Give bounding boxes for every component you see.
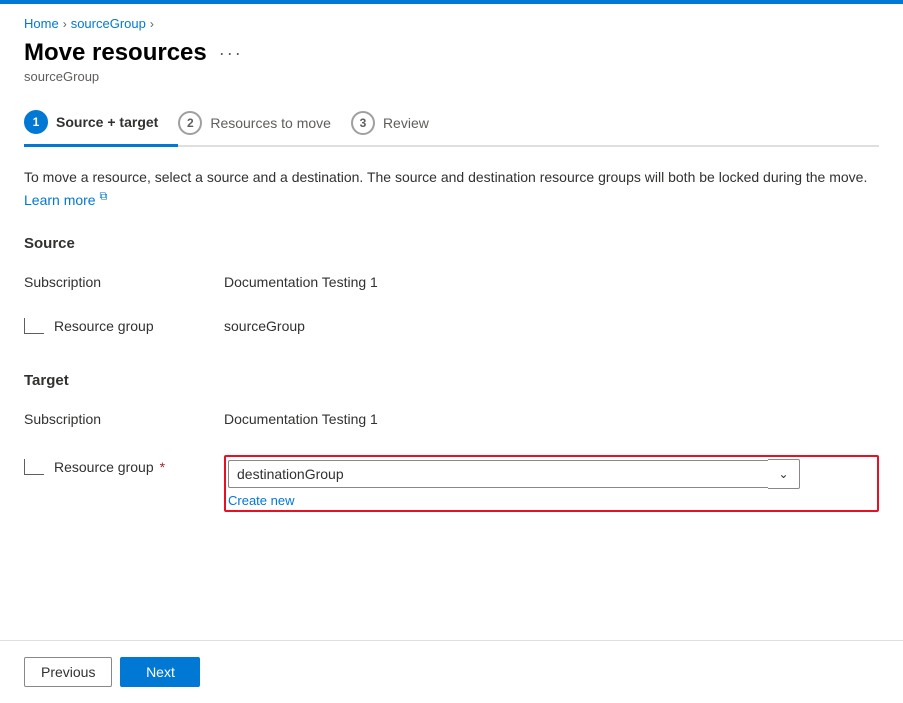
external-link-icon: ⧉ <box>99 190 107 202</box>
wizard-step-2[interactable]: 2 Resources to move <box>178 101 351 145</box>
breadcrumb-sep2: › <box>150 17 154 31</box>
target-resource-group-label: Resource group <box>54 459 154 475</box>
indent-line-2 <box>24 459 44 475</box>
step-1-label: Source + target <box>56 114 158 130</box>
target-subscription-row: Subscription Documentation Testing 1 <box>24 405 879 437</box>
more-options-button[interactable]: ··· <box>219 43 243 64</box>
target-resource-group-row: Resource group * ⌄ Create new <box>24 449 879 512</box>
source-subscription-row: Subscription Documentation Testing 1 <box>24 268 879 300</box>
chevron-down-icon: ⌄ <box>778 467 788 481</box>
resource-group-dropdown-wrapper: ⌄ Create new <box>224 455 879 512</box>
source-subscription-value: Documentation Testing 1 <box>224 274 378 290</box>
source-section: Source Subscription Documentation Testin… <box>24 235 879 344</box>
dropdown-red-border: ⌄ Create new <box>224 455 879 512</box>
step-1-circle: 1 <box>24 110 48 134</box>
indent-line <box>24 318 44 334</box>
target-subscription-label: Subscription <box>24 411 101 427</box>
step-3-circle: 3 <box>351 111 375 135</box>
wizard-steps: 1 Source + target 2 Resources to move 3 … <box>24 100 879 147</box>
breadcrumb-group[interactable]: sourceGroup <box>71 16 146 31</box>
wizard-step-1[interactable]: 1 Source + target <box>24 100 178 147</box>
source-heading: Source <box>24 235 879 252</box>
breadcrumb-sep1: › <box>63 17 67 31</box>
target-heading: Target <box>24 372 879 389</box>
page-subtitle: sourceGroup <box>24 69 879 84</box>
breadcrumb: Home › sourceGroup › <box>24 16 879 31</box>
resource-group-input[interactable] <box>228 460 768 488</box>
wizard-step-3[interactable]: 3 Review <box>351 101 449 145</box>
source-subscription-label: Subscription <box>24 274 101 290</box>
source-resource-group-label: Resource group <box>54 318 154 334</box>
previous-button[interactable]: Previous <box>24 657 112 687</box>
learn-more-link[interactable]: Learn more ⧉ <box>24 192 107 208</box>
source-resource-group-label-container: Resource group <box>24 318 224 334</box>
source-resource-group-row: Resource group sourceGroup <box>24 312 879 344</box>
dropdown-chevron-button[interactable]: ⌄ <box>768 459 800 489</box>
step-2-label: Resources to move <box>210 115 331 131</box>
step-3-label: Review <box>383 115 429 131</box>
next-button[interactable]: Next <box>120 657 200 687</box>
breadcrumb-home[interactable]: Home <box>24 16 59 31</box>
required-indicator: * <box>160 459 165 475</box>
info-text: To move a resource, select a source and … <box>24 167 879 211</box>
page-title: Move resources <box>24 39 207 67</box>
create-new-link[interactable]: Create new <box>228 493 875 508</box>
footer: Previous Next <box>0 640 903 703</box>
target-subscription-value: Documentation Testing 1 <box>224 411 378 427</box>
step-2-circle: 2 <box>178 111 202 135</box>
target-resource-group-label-container: Resource group * <box>24 459 224 475</box>
dropdown-input-row: ⌄ <box>228 459 875 489</box>
target-section: Target Subscription Documentation Testin… <box>24 372 879 512</box>
source-resource-group-value: sourceGroup <box>224 318 305 334</box>
page-header: Move resources ··· <box>24 39 879 67</box>
